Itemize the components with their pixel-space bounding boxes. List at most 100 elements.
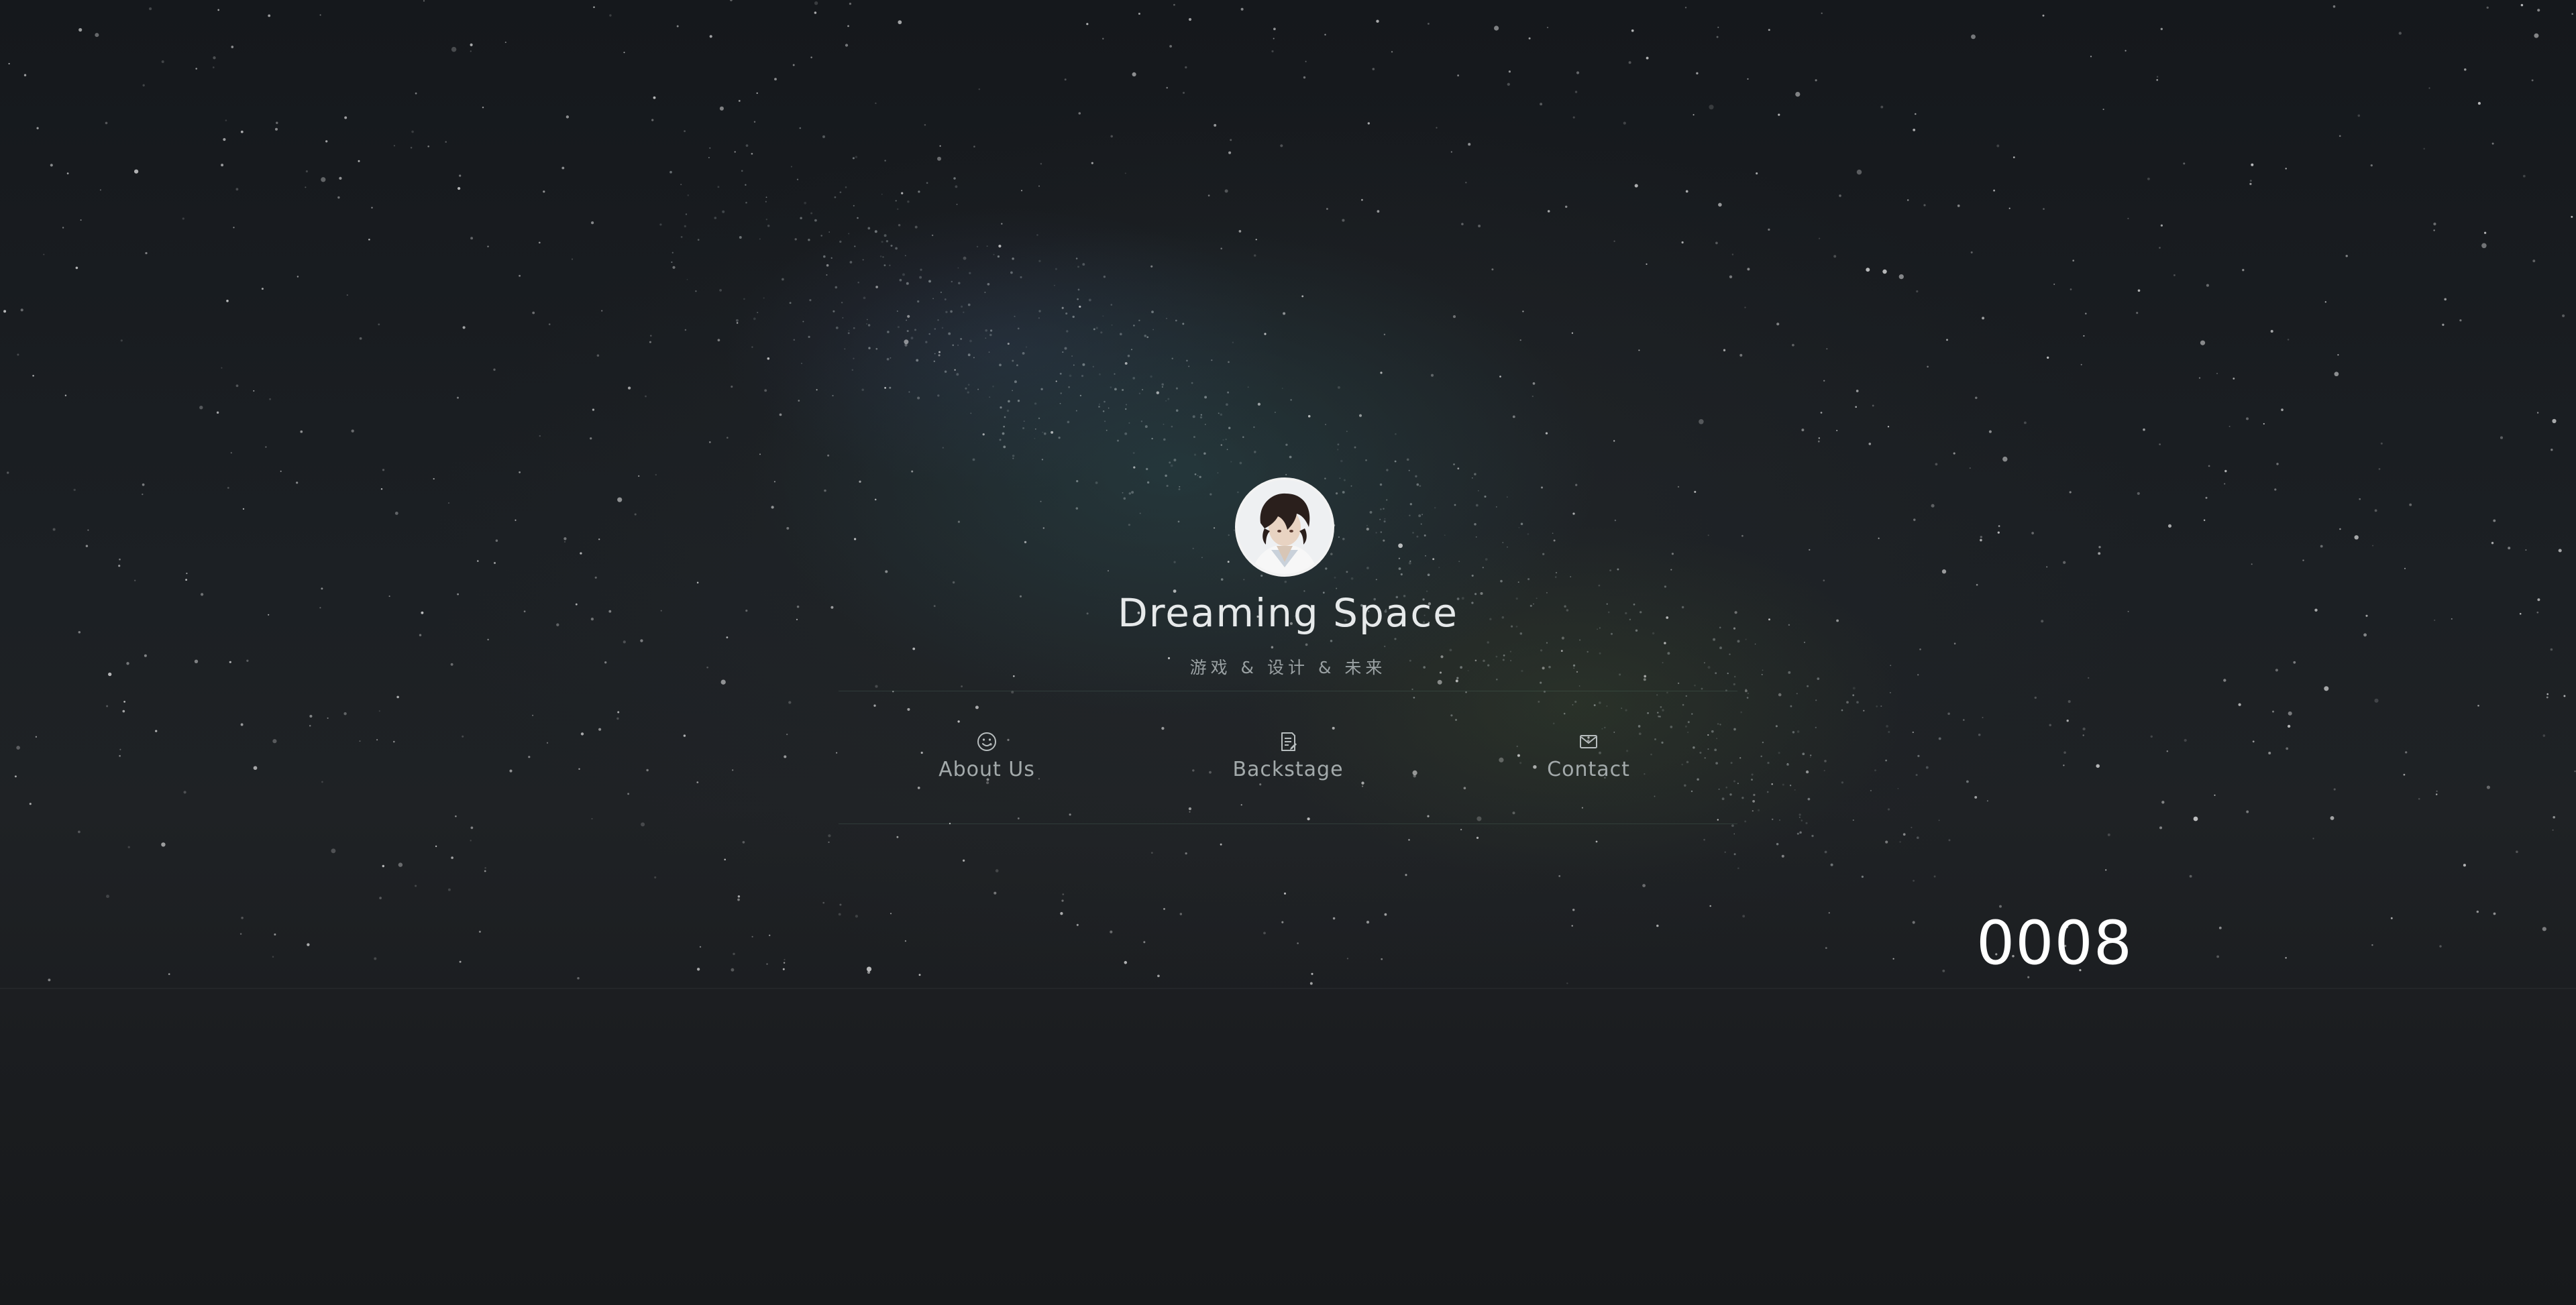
star [1132,72,1136,76]
star [2542,927,2546,931]
star [1646,263,1648,265]
star [937,394,940,397]
horizon-line [0,988,2576,989]
star [830,606,834,609]
star [1715,241,1718,245]
star [987,282,990,286]
star [1574,91,1578,93]
star [75,266,78,270]
star [543,190,545,193]
star [2107,833,2110,836]
star [2205,496,2208,499]
star [1830,863,1833,866]
star [1285,443,1288,446]
star [1911,826,1913,829]
star [1468,143,1471,146]
star [1336,449,1339,451]
star [997,255,1000,258]
star [1034,402,1037,405]
star [948,332,951,335]
star [1752,800,1755,803]
star [1301,295,1304,298]
star [1957,205,1960,207]
star [1778,752,1780,754]
star [1998,525,2000,527]
visitor-counter: 0008 [1976,908,2133,978]
star [867,227,871,230]
nav-item-contact[interactable]: Contact [1508,730,1669,781]
star [867,970,871,974]
star [2246,810,2249,813]
star [2268,752,2271,754]
star [14,775,17,778]
star [906,319,907,321]
star [2143,428,2145,431]
star [415,92,417,95]
nav-item-about-us[interactable]: About Us [906,730,1067,781]
star [1012,457,1014,459]
star [161,842,166,847]
star [766,963,768,965]
star [1776,323,1780,326]
star [1340,459,1343,463]
star [2088,677,2090,679]
star [1220,247,1222,249]
star [1204,396,1208,399]
star [1766,791,1769,793]
star [2173,274,2176,276]
star [902,273,905,276]
star [672,266,676,269]
star [759,238,761,240]
star [378,710,380,712]
star [1040,162,1042,165]
star [398,862,403,867]
star [1807,797,1811,801]
star [1731,253,1734,256]
star [1043,432,1046,435]
star [699,946,702,948]
star [2276,463,2279,465]
star [835,327,839,329]
star [305,186,307,188]
star [765,219,767,221]
star [1133,466,1136,469]
star [653,96,656,99]
star [183,791,186,794]
star [118,565,121,567]
star [883,264,886,266]
star [1022,427,1025,430]
star [226,299,229,302]
star [546,742,549,744]
star [2218,926,2222,929]
star [1079,305,1081,308]
star [866,319,868,321]
star [1257,402,1261,406]
star [934,328,936,330]
star [2463,864,2466,867]
star [796,606,800,608]
star [1646,56,1649,60]
avatar[interactable] [1235,477,1334,577]
star [1460,828,1462,831]
star [2563,695,2566,697]
star [849,261,853,264]
background-starfield: Dreaming Space 游戏 & 设计 & 未来 About Us Bac… [0,0,2576,1305]
star [730,0,733,1]
star [580,552,582,555]
star [580,732,584,736]
nav-item-backstage[interactable]: Backstage [1208,730,1368,781]
star [1108,407,1110,409]
star [1737,783,1739,785]
star [1699,419,1704,424]
star [119,558,121,561]
star [195,68,198,70]
star [2008,207,2010,209]
star [722,210,725,213]
star [231,46,234,48]
star [822,901,825,904]
star [855,156,858,158]
star [1576,71,1580,74]
star [519,471,521,473]
star [225,119,227,121]
star [972,458,975,461]
